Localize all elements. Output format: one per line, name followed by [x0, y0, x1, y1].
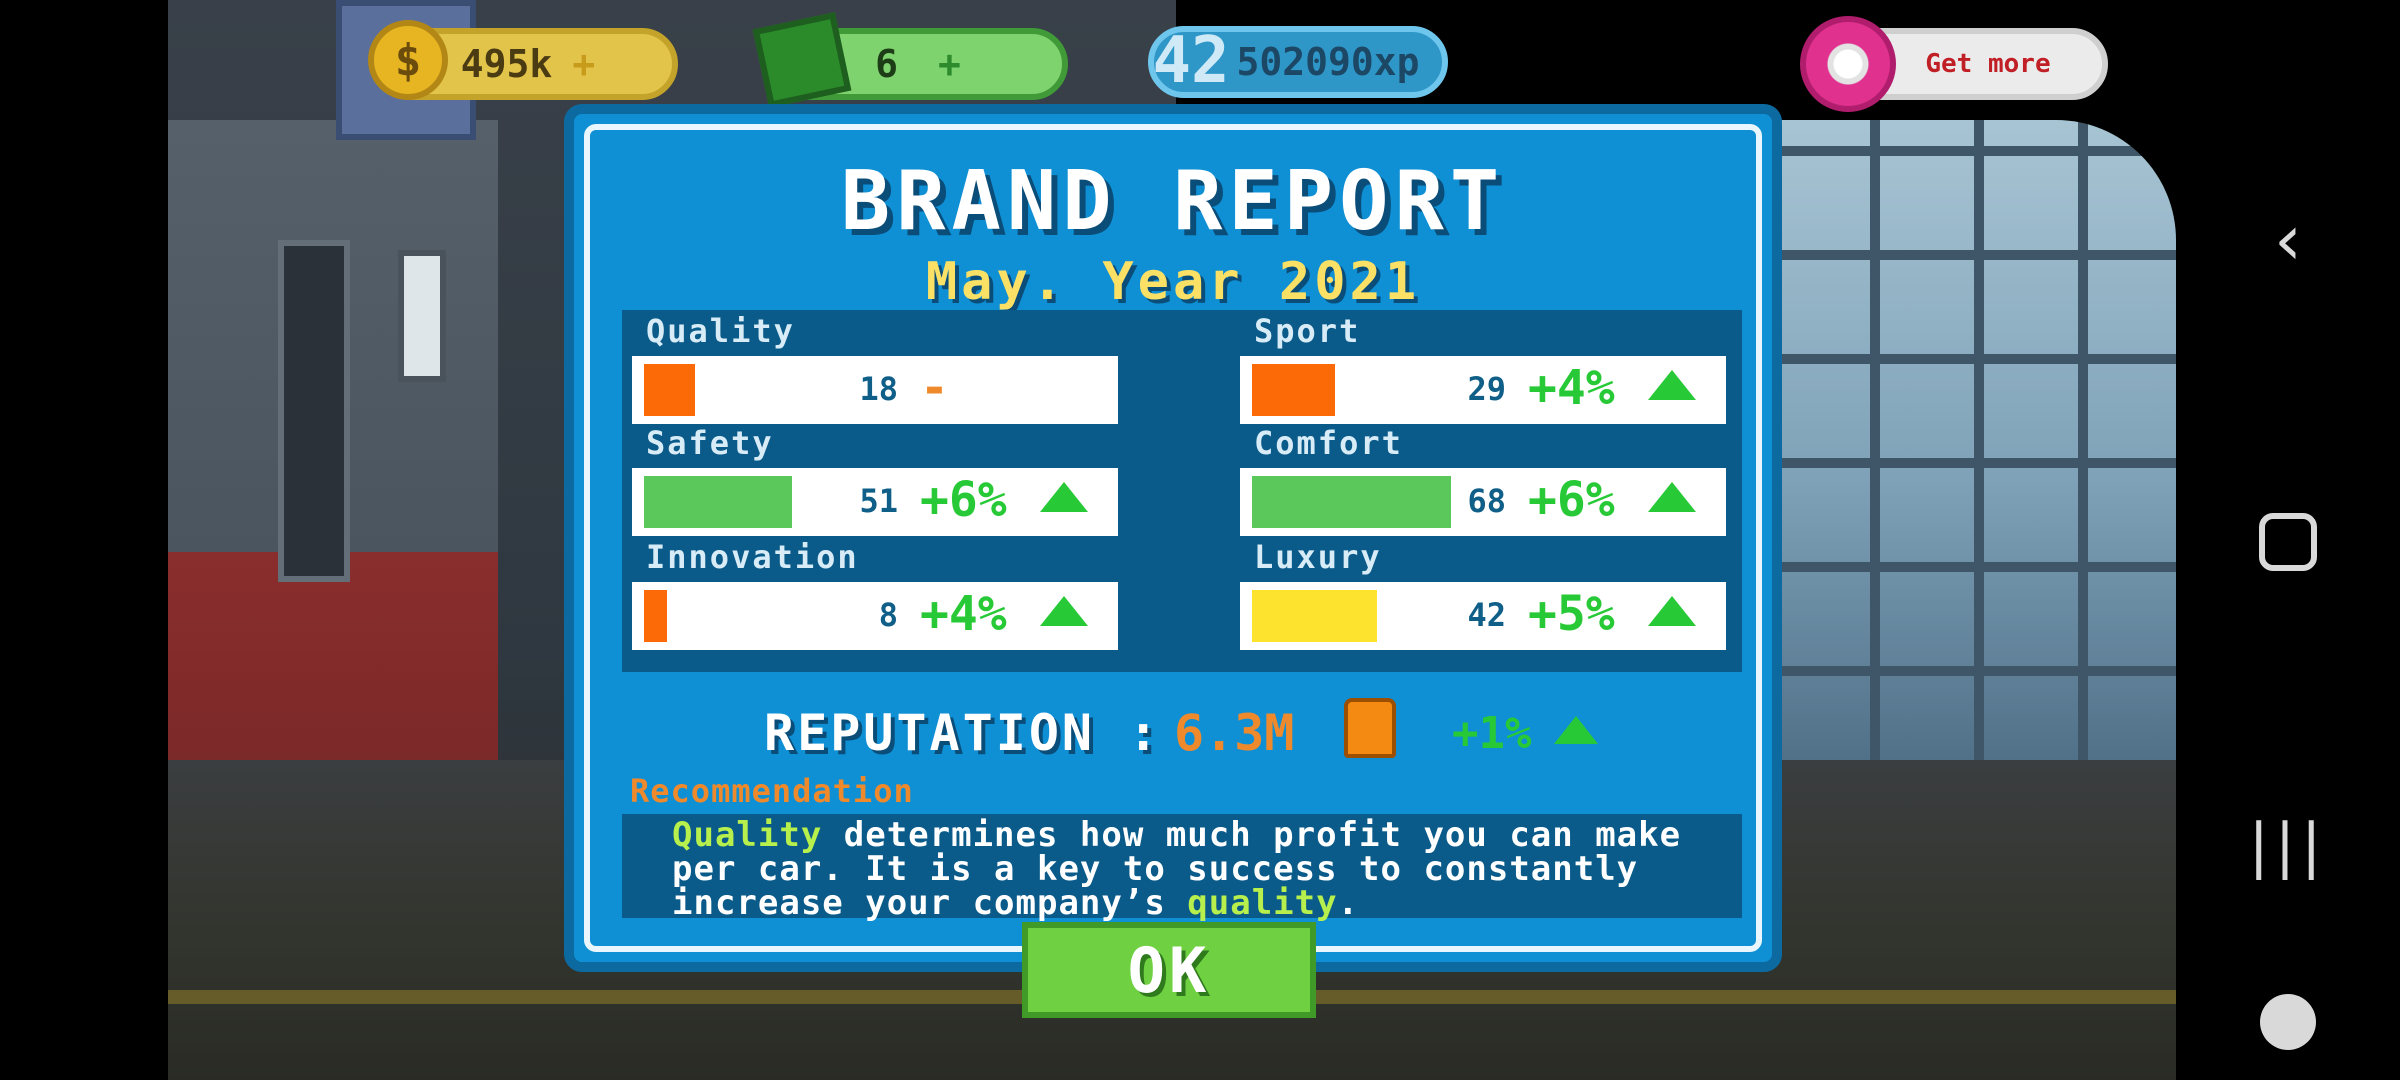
up-arrow-icon	[1040, 482, 1088, 512]
up-arrow-icon	[1648, 596, 1696, 626]
scene-window	[1776, 120, 2176, 770]
up-arrow-icon	[1648, 370, 1696, 400]
ok-button[interactable]: OK	[1022, 922, 1316, 1018]
stat-bar	[644, 476, 792, 528]
stat-bar	[1252, 364, 1335, 416]
stat-safety: Safety 51 +6%	[622, 424, 1118, 536]
reputation-label: REPUTATION :	[764, 704, 1162, 762]
coins-value: 495k	[460, 42, 553, 86]
stat-change: +4%	[920, 586, 1007, 642]
stat-bar	[1252, 476, 1451, 528]
recommendation-highlight: quality	[1187, 883, 1338, 923]
stat-label: Comfort	[1254, 424, 1403, 462]
reputation-row: REPUTATION : 6.3M +1%	[574, 694, 1772, 774]
thumbs-up-icon	[1344, 698, 1396, 758]
stat-value: 18	[859, 370, 898, 408]
stat-sport: Sport 29 +4%	[1230, 312, 1726, 424]
recommendation-text: Quality determines how much profit you c…	[622, 814, 1742, 920]
cash-plus-button[interactable]: +	[938, 42, 961, 86]
get-more-label: Get more	[1925, 49, 2051, 79]
stat-change: +6%	[920, 472, 1007, 528]
up-arrow-icon	[1040, 596, 1088, 626]
stat-box: 18 -	[632, 356, 1118, 424]
donut-icon	[1800, 16, 1896, 112]
stat-label: Sport	[1254, 312, 1361, 350]
stat-change: +6%	[1528, 472, 1615, 528]
stat-bar	[644, 590, 667, 642]
stat-label: Luxury	[1254, 538, 1382, 576]
brand-report-dialog: BRAND REPORT May. Year 2021 Quality 18 -…	[564, 104, 1782, 972]
stat-box: 51 +6%	[632, 468, 1118, 536]
stat-innovation: Innovation 8 +4%	[622, 538, 1118, 650]
stat-label: Innovation	[646, 538, 859, 576]
stat-box: 42 +5%	[1240, 582, 1726, 650]
stat-comfort: Comfort 68 +6%	[1230, 424, 1726, 536]
home-icon[interactable]	[2246, 500, 2330, 584]
stat-value: 8	[878, 596, 898, 634]
dialog-title: BRAND REPORT	[840, 154, 1506, 249]
stat-luxury: Luxury 42 +5%	[1230, 538, 1726, 650]
scene-light	[398, 250, 446, 382]
stats-panel: Quality 18 - Sport 29 +4% Safety 51 +6%	[622, 310, 1742, 672]
game-tools-icon[interactable]	[2246, 980, 2330, 1064]
stat-label: Quality	[646, 312, 795, 350]
reputation-value: 6.3M	[1174, 704, 1295, 762]
dialog-subtitle: May. Year 2021	[925, 252, 1421, 312]
back-icon[interactable]: ‹	[2246, 198, 2330, 282]
stat-change: -	[920, 360, 949, 416]
up-arrow-icon	[1554, 716, 1598, 744]
stat-value: 42	[1467, 596, 1506, 634]
coin-icon: $	[368, 20, 448, 100]
stat-box: 68 +6%	[1240, 468, 1726, 536]
stat-value: 68	[1467, 482, 1506, 520]
top-hud: 495k + $ 6 + 502090xp 42 Get more	[168, 0, 2176, 140]
recent-apps-icon[interactable]: |||	[2246, 804, 2330, 888]
coins-plus-button[interactable]: +	[572, 42, 595, 86]
cash-value: 6	[875, 42, 898, 86]
stat-bar	[644, 364, 695, 416]
stat-label: Safety	[646, 424, 774, 462]
stat-box: 29 +4%	[1240, 356, 1726, 424]
reputation-change: +1%	[1452, 708, 1532, 759]
recommendation-body: determines how much profit you can make …	[672, 815, 1682, 923]
recommendation-title: Recommendation	[630, 772, 914, 810]
up-arrow-icon	[1648, 482, 1696, 512]
stat-box: 8 +4%	[632, 582, 1118, 650]
stat-change: +4%	[1528, 360, 1615, 416]
cash-icon	[752, 12, 852, 108]
scene-door	[278, 240, 350, 582]
level-value: 42	[1152, 24, 1230, 98]
system-nav-bar: ‹ |||	[2176, 0, 2400, 1080]
stat-quality: Quality 18 -	[622, 312, 1118, 424]
stat-value: 29	[1467, 370, 1506, 408]
recommendation-end: .	[1337, 883, 1360, 923]
stat-bar	[1252, 590, 1377, 642]
xp-value: 502090xp	[1236, 40, 1420, 84]
stat-value: 51	[859, 482, 898, 520]
stat-change: +5%	[1528, 586, 1615, 642]
xp-plane-icon: 42	[1136, 18, 1246, 104]
